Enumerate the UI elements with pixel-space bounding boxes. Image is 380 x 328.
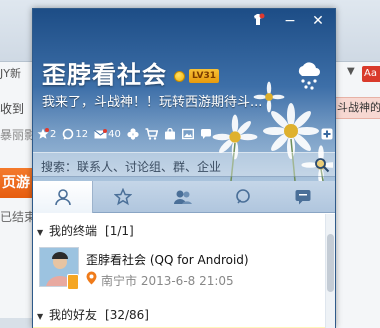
cart-icon <box>145 128 158 140</box>
photo-icon <box>181 128 194 140</box>
level-badge[interactable]: LV31 <box>189 69 219 83</box>
skin-button[interactable] <box>247 13 269 29</box>
group-label: 我的终端 <box>49 224 98 238</box>
background-tab-jy[interactable]: JY新 <box>0 65 33 81</box>
shopping-button[interactable] <box>145 128 158 140</box>
location-pin-icon <box>86 271 97 285</box>
chat-icon <box>200 129 211 139</box>
scroll-thumb[interactable] <box>327 234 334 292</box>
mobile-phone-icon <box>67 274 79 290</box>
bubble-icon <box>63 128 74 140</box>
app-icon-bar: 2 12 40 <box>37 123 333 145</box>
group-label: 我的好友 <box>49 308 98 322</box>
background-banner: 页游 <box>0 168 33 198</box>
contact-location: 南宁市 2013-6-8 21:05 <box>101 274 234 288</box>
background-text: 已结束 <box>0 210 37 224</box>
weather-snow-icon[interactable] <box>295 61 321 91</box>
tab-favorites[interactable] <box>93 181 153 213</box>
scrollbar[interactable] <box>325 214 335 328</box>
chevron-down-icon[interactable]: ▼ <box>347 66 355 77</box>
messages-icon <box>295 190 311 205</box>
profile-header: − ✕ 歪脖看社会 LV31 我来了，斗战神！！玩转西游期待斗... 2 12 … <box>33 9 335 181</box>
search-bar[interactable]: 搜索：联系人、讨论组、群、企业 <box>33 152 335 177</box>
tab-contacts[interactable] <box>33 181 93 213</box>
add-icon <box>321 128 333 140</box>
background-tab[interactable]: 斗战神的 <box>333 97 380 119</box>
background-text: 暴丽影 <box>0 128 37 142</box>
main-tabs <box>33 181 335 213</box>
group-count: [1/1] <box>105 224 134 238</box>
close-button[interactable]: ✕ <box>307 13 329 29</box>
bag-icon <box>164 128 175 140</box>
contact-list: ▼ 我的终端 [1/1] 歪脖看社会 (QQ for Android) 南宁市 20… <box>33 214 335 328</box>
list-item[interactable]: 歪脖看社会 (QQ for Android) 南宁市 2013-6-8 21:0… <box>33 242 325 298</box>
clover-button[interactable] <box>127 128 139 140</box>
tab-groups[interactable] <box>153 181 213 213</box>
favorites-count: 2 <box>50 128 57 140</box>
app-manager-button[interactable] <box>321 128 333 140</box>
group-header-devices[interactable]: ▼ 我的终端 [1/1] <box>33 220 325 242</box>
recent-icon <box>236 189 250 204</box>
profile-name[interactable]: 歪脖看社会 <box>42 55 167 90</box>
favorites-button[interactable]: 2 <box>37 128 56 140</box>
groups-icon <box>174 190 192 204</box>
mail-button[interactable]: 40 <box>94 128 121 140</box>
background-footer <box>0 318 33 328</box>
mail-count: 40 <box>108 128 121 140</box>
clover-icon <box>127 128 139 140</box>
favorites-icon <box>114 188 132 206</box>
qzone-button[interactable]: 12 <box>62 128 88 140</box>
search-input[interactable]: 搜索：联系人、讨论组、群、企业 <box>41 158 221 175</box>
qq-panel: − ✕ 歪脖看社会 LV31 我来了，斗战神！！玩转西游期待斗... 2 12 … <box>32 8 336 328</box>
star-icon <box>37 128 49 139</box>
background-badge[interactable]: Aa <box>362 66 380 82</box>
shirt-icon <box>254 13 265 25</box>
chevron-down-icon: ▼ <box>37 228 44 237</box>
tab-messages[interactable] <box>273 181 333 213</box>
signature-text[interactable]: 我来了，斗战神！！玩转西游期待斗... <box>42 91 272 110</box>
minimize-button[interactable]: − <box>279 13 301 29</box>
contacts-icon <box>54 189 71 206</box>
contact-name: 歪脖看社会 (QQ for Android) <box>86 253 249 267</box>
tencent-weibo-button[interactable] <box>200 128 212 140</box>
group-count: [32/86] <box>105 308 149 322</box>
online-status-icon[interactable] <box>174 71 185 82</box>
wallet-button[interactable] <box>164 128 176 140</box>
qzone-count: 12 <box>75 128 89 140</box>
tab-recent[interactable] <box>213 181 273 213</box>
mail-icon <box>94 128 108 138</box>
background-text: 收到 <box>0 102 25 116</box>
chevron-down-icon: ▼ <box>37 312 44 321</box>
photo-button[interactable] <box>181 128 194 140</box>
search-icon[interactable] <box>314 157 330 173</box>
group-header-friends[interactable]: ▼ 我的好友 [32/86] <box>33 304 325 326</box>
